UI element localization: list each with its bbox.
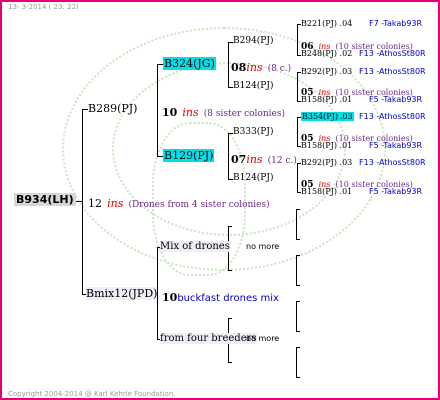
g4-row[interactable]: B158(PJ) .01 [301,96,352,104]
g1-ins-count: 10 [162,106,178,119]
g2-four-text: from four breeders [160,333,257,344]
root-queen[interactable]: B934(LH) [14,193,76,206]
g2-b129-ins: ins [246,153,263,166]
g4-code: F13 -AthosSt80R [359,49,426,58]
g4-row-highlighted[interactable]: B354(PJ) .03 [301,112,354,121]
g4-code: F5 -Takab93R [369,187,423,196]
g3-b124a[interactable]: B124(PJ) [233,82,273,91]
root-ins-count: 12 [88,197,102,210]
g1-sisters-note: (8 sister colonies) [203,109,285,119]
g1-drone[interactable]: Bmix12(JPD) [86,287,158,300]
g4-row[interactable]: B292(PJ) .03 [301,68,352,76]
g4-row[interactable]: B292(PJ) .03 [301,159,352,167]
g4-row[interactable]: B158(PJ) .01 [301,142,352,150]
g2-b129-count: 07 [231,153,247,166]
g4-code: F5 -Takab93R [369,95,423,104]
root-queen-id[interactable]: B934(LH) [14,193,76,206]
line-b324-vertical [228,42,229,87]
g2-b129-note: (12 c.) [267,156,297,166]
g1-drone-count: 10 [162,291,178,304]
g3-b124b[interactable]: B124(PJ) [233,174,273,183]
g2-four-more: no more [246,334,280,343]
g2-b324-note: (8 c.) [267,64,292,74]
g2-b324-count: 08 [231,61,247,74]
g2-mix-more: no more [246,242,280,251]
g2-b324-ins: ins [246,61,263,74]
root-ins-info: 12 ins (Drones from 4 sister colonies) [88,194,270,210]
pedigree-frame: 13- 3-2014 ( 23: 22) B934(LH) 12 ins (Dr… [0,0,440,400]
g1-drone-label: buckfast drones mix [177,293,279,304]
g4-row[interactable]: B248(PJ) .02 [301,50,352,58]
g4-code: F13 -AthosSt80R [359,158,426,167]
g2-b324[interactable]: B324(JG) [163,57,216,70]
line-b289-vertical [157,64,158,156]
g3-b294[interactable]: B294(PJ) [233,37,273,46]
root-ins-label: ins [107,197,124,210]
g2-four-label: from four breeders [160,333,257,344]
g4-row[interactable]: B158(PJ) .01 [301,188,352,196]
g1-drone-info: 10buckfast drones mix [162,288,279,304]
line-b129-vertical [228,133,229,179]
g1-ins-label: ins [182,106,199,119]
g2-mix-label: Mix of drones [160,241,230,252]
g4-code: F13 -AthosSt80R [359,112,426,121]
g1-queen-ins-info: 10 ins (8 sister colonies) [162,103,285,119]
g4-row[interactable]: B221(PJ) .04 [301,20,352,28]
g2-b129[interactable]: B129(PJ) [163,149,215,162]
g2-b129-id[interactable]: B129(PJ) [163,149,215,162]
g2-b129-info: 07ins (12 c.) [231,150,297,166]
report-date: 13- 3-2014 ( 23: 22) [8,3,79,11]
g3-b333[interactable]: B333(PJ) [233,128,273,137]
g4-code: F13 -AthosSt80R [359,67,426,76]
g1-drone-id[interactable]: Bmix12(JPD) [86,287,158,300]
g2-b324-id[interactable]: B324(JG) [163,57,216,70]
g1-queen[interactable]: B289(PJ) [88,103,137,114]
g2-b324-info: 08ins (8 c.) [231,58,291,74]
g4-code: F7 -Takab93R [369,19,423,28]
root-drones-note: (Drones from 4 sister colonies) [128,200,270,210]
copyright-footer: Copyright 2004-2014 @ Karl Kehrle Founda… [8,390,176,398]
g4-code: F5 -Takab93R [369,141,423,150]
g2-mix-text: Mix of drones [160,241,230,252]
